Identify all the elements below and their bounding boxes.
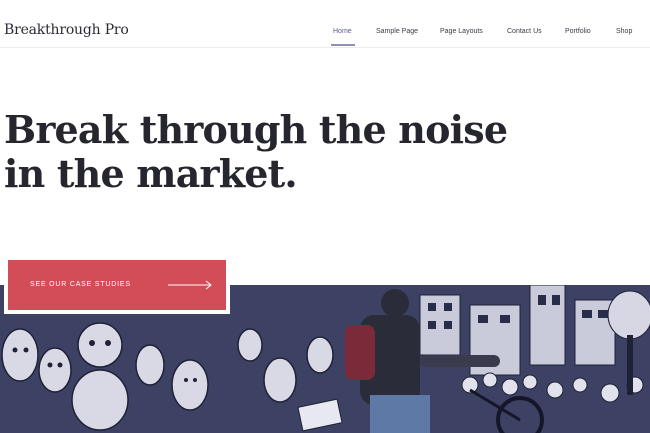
- nav-item-home[interactable]: Home: [333, 28, 352, 35]
- nav-active-indicator: [331, 44, 355, 46]
- hero-headline-line2: in the market.: [4, 151, 298, 196]
- hero-headline-line1: Break through the noise: [4, 107, 508, 152]
- nav-item-shop[interactable]: Shop: [616, 28, 632, 35]
- case-studies-button[interactable]: SEE OUR CASE STUDIES: [8, 260, 226, 310]
- nav-item-portfolio[interactable]: Portfolio: [565, 28, 591, 35]
- nav-item-contact-us[interactable]: Contact Us: [507, 28, 542, 35]
- nav-item-page-layouts[interactable]: Page Layouts: [440, 28, 483, 35]
- hero-headline: Break through the noise in the market.: [4, 108, 524, 196]
- arrow-right-icon: [168, 280, 212, 290]
- main-nav: Home Sample Page Page Layouts Contact Us…: [0, 28, 650, 42]
- case-studies-button-label: SEE OUR CASE STUDIES: [30, 281, 131, 288]
- nav-item-sample-page[interactable]: Sample Page: [376, 28, 418, 35]
- site-header: Breakthrough Pro Home Sample Page Page L…: [0, 0, 650, 48]
